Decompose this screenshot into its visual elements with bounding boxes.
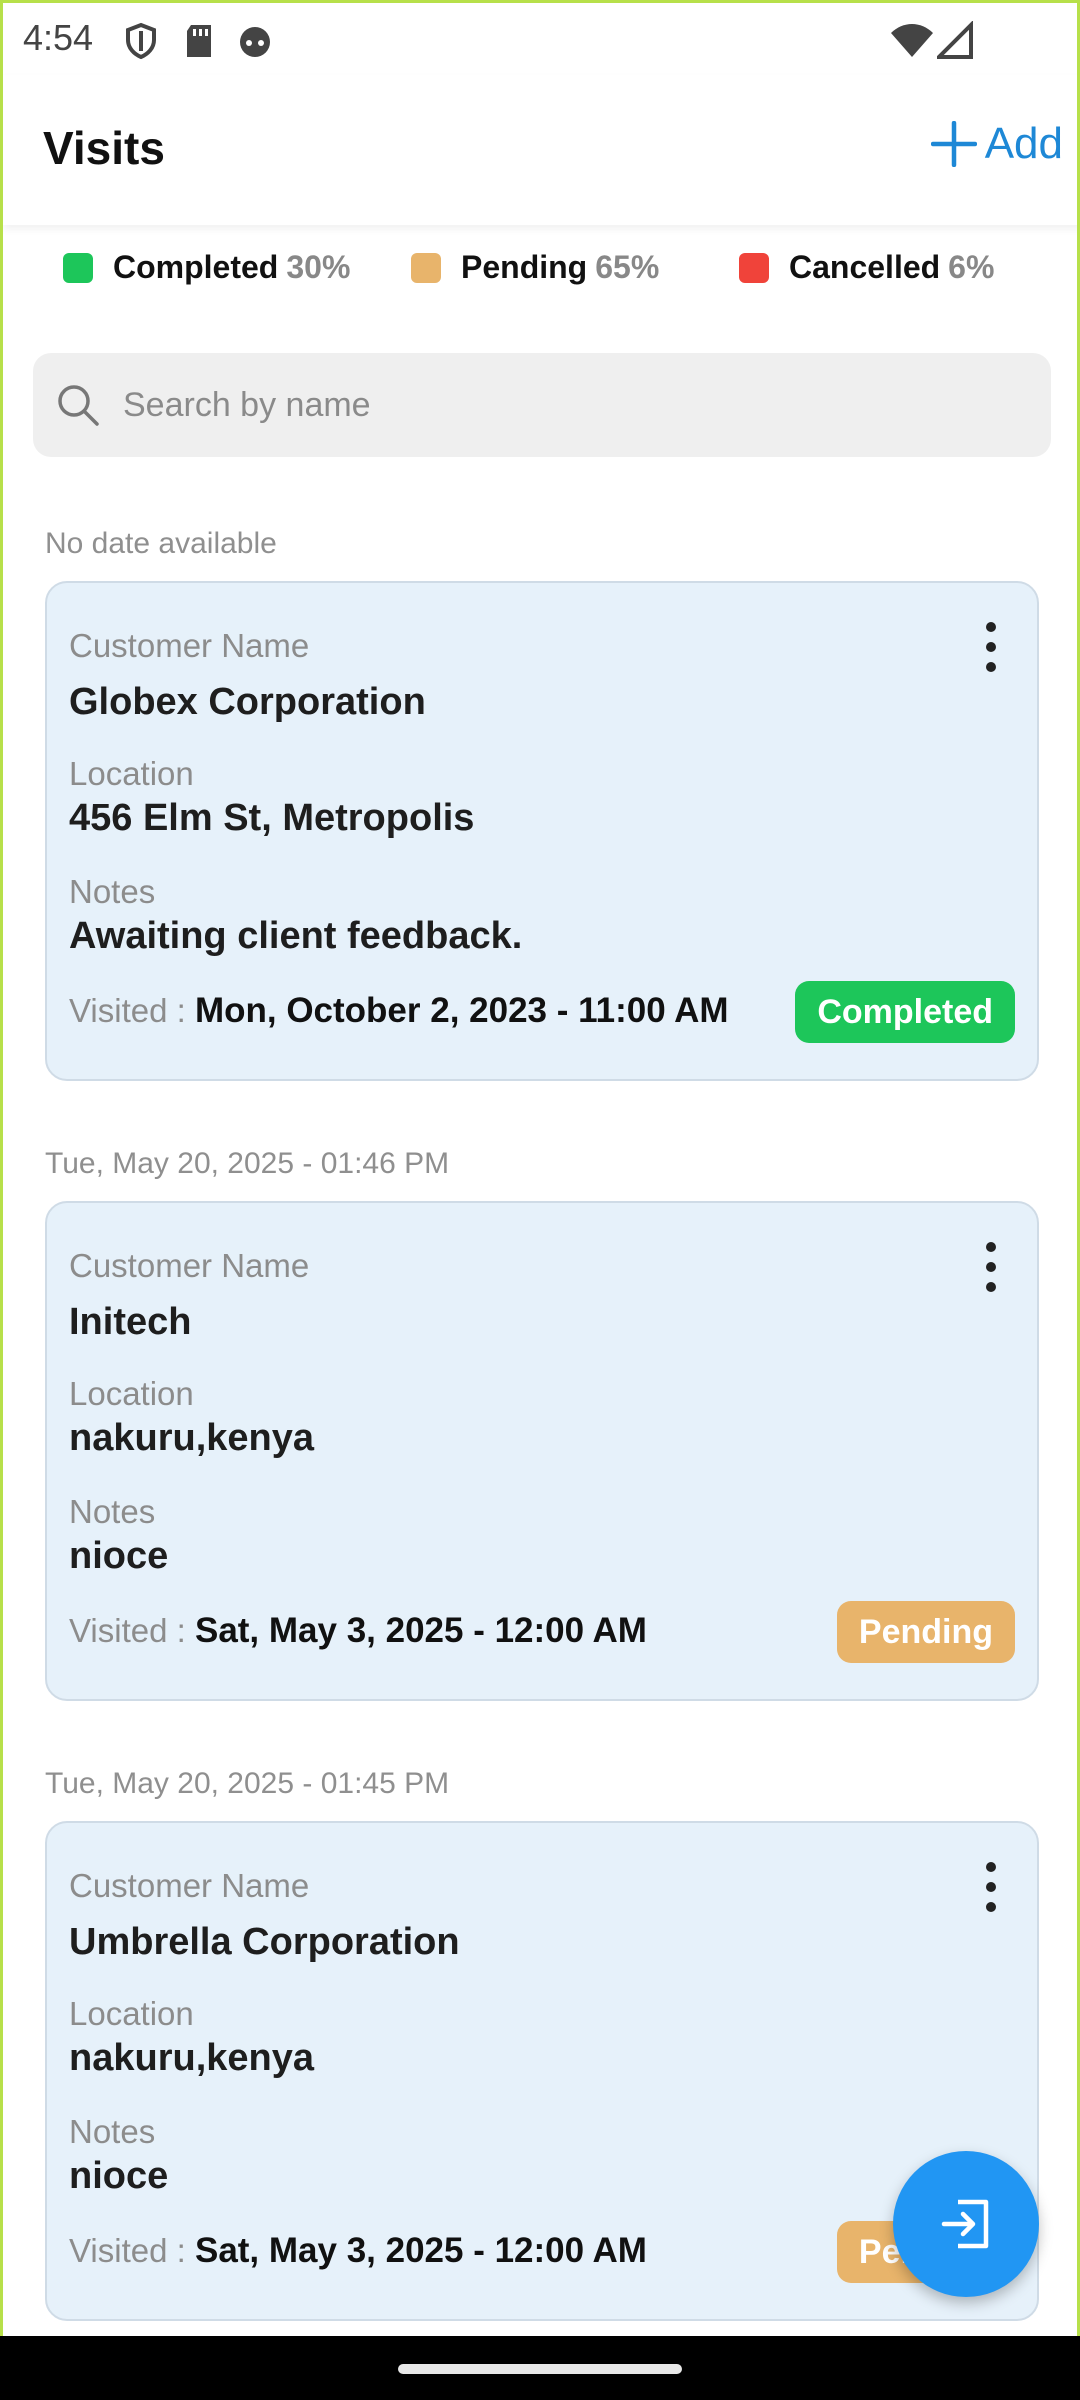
legend-percent: 30% bbox=[286, 249, 351, 285]
legend-percent: 6% bbox=[948, 249, 995, 285]
legend-swatch bbox=[739, 252, 769, 283]
android-face-icon bbox=[240, 27, 270, 57]
more-options-icon[interactable] bbox=[971, 1859, 1011, 1915]
visited-label: Visited : bbox=[69, 1612, 186, 1649]
status-badge: Pending bbox=[836, 1601, 1015, 1663]
page-title: Visits bbox=[43, 122, 165, 174]
visited-row: Visited : Sat, May 3, 2025 - 12:00 AM bbox=[69, 2231, 647, 2271]
sd-card-icon bbox=[187, 25, 211, 57]
customer-name-label: Customer Name bbox=[69, 1247, 310, 1284]
visited-datetime: Sat, May 3, 2025 - 12:00 AM bbox=[194, 2231, 647, 2270]
logout-fab[interactable] bbox=[893, 2151, 1039, 2297]
customer-name-value: Globex Corporation bbox=[69, 681, 426, 723]
cellular-signal-icon bbox=[937, 21, 973, 59]
customer-name-value: Umbrella Corporation bbox=[69, 1921, 460, 1963]
app-screen: 4:54 Visits Add Completed 30% Pending 65… bbox=[0, 0, 1080, 2336]
customer-name-label: Customer Name bbox=[69, 1867, 310, 1904]
visit-card[interactable]: Customer Name Globex Corporation Locatio… bbox=[45, 581, 1039, 1081]
legend-item-cancelled: Cancelled 6% bbox=[739, 249, 994, 286]
search-bar[interactable] bbox=[33, 353, 1051, 457]
search-input[interactable] bbox=[121, 384, 1025, 426]
app-header: Visits Add bbox=[3, 75, 1077, 225]
location-label: Location bbox=[69, 1995, 194, 2032]
legend-item-completed: Completed 30% bbox=[63, 249, 350, 286]
location-value: nakuru,kenya bbox=[69, 2037, 314, 2079]
visit-card[interactable]: Customer Name Umbrella Corporation Locat… bbox=[45, 1821, 1039, 2321]
visited-datetime: Mon, October 2, 2023 - 11:00 AM bbox=[194, 991, 729, 1030]
status-time: 4:54 bbox=[23, 17, 94, 58]
legend-label: Cancelled bbox=[789, 249, 941, 285]
status-legend: Completed 30% Pending 65% Cancelled 6% bbox=[3, 243, 1077, 299]
location-label: Location bbox=[69, 755, 194, 792]
group-date-header: Tue, May 20, 2025 - 01:45 PM bbox=[45, 1767, 450, 1800]
notes-value: nioce bbox=[69, 2155, 169, 2197]
visit-card[interactable]: Customer Name Initech Location nakuru,ke… bbox=[45, 1201, 1039, 1701]
shield-icon bbox=[126, 22, 156, 60]
visited-row: Visited : Mon, October 2, 2023 - 11:00 A… bbox=[69, 991, 729, 1031]
more-options-icon[interactable] bbox=[971, 1239, 1011, 1295]
add-visit-button[interactable]: Add bbox=[930, 119, 1063, 169]
legend-swatch bbox=[63, 252, 93, 283]
home-gesture-handle[interactable] bbox=[398, 2364, 682, 2374]
legend-label: Completed bbox=[113, 249, 279, 285]
plus-icon bbox=[930, 121, 977, 167]
location-value: nakuru,kenya bbox=[69, 1417, 314, 1459]
search-icon bbox=[58, 385, 99, 426]
notes-value: Awaiting client feedback. bbox=[69, 915, 523, 957]
notes-label: Notes bbox=[69, 1493, 156, 1530]
add-button-label: Add bbox=[984, 119, 1063, 168]
location-label: Location bbox=[69, 1375, 194, 1412]
wifi-icon bbox=[891, 24, 933, 57]
customer-name-value: Initech bbox=[69, 1301, 192, 1343]
legend-swatch bbox=[411, 252, 441, 283]
exit-to-app-icon bbox=[941, 2199, 989, 2249]
visited-label: Visited : bbox=[69, 992, 186, 1029]
status-bar: 4:54 bbox=[3, 3, 1077, 75]
notes-label: Notes bbox=[69, 873, 156, 910]
group-date-header: Tue, May 20, 2025 - 01:46 PM bbox=[45, 1147, 450, 1180]
visited-datetime: Sat, May 3, 2025 - 12:00 AM bbox=[194, 1611, 647, 1650]
notes-label: Notes bbox=[69, 2113, 156, 2150]
visited-label: Visited : bbox=[69, 2232, 186, 2269]
location-value: 456 Elm St, Metropolis bbox=[69, 797, 475, 839]
customer-name-label: Customer Name bbox=[69, 627, 310, 664]
more-options-icon[interactable] bbox=[971, 619, 1011, 675]
legend-label: Pending bbox=[461, 249, 588, 285]
notes-value: nioce bbox=[69, 1535, 169, 1577]
legend-item-pending: Pending 65% bbox=[411, 249, 659, 286]
visited-row: Visited : Sat, May 3, 2025 - 12:00 AM bbox=[69, 1611, 647, 1651]
status-badge: Completed bbox=[795, 981, 1015, 1043]
group-date-header: No date available bbox=[45, 527, 277, 560]
legend-percent: 65% bbox=[595, 249, 660, 285]
system-nav-bar bbox=[0, 2336, 1080, 2400]
